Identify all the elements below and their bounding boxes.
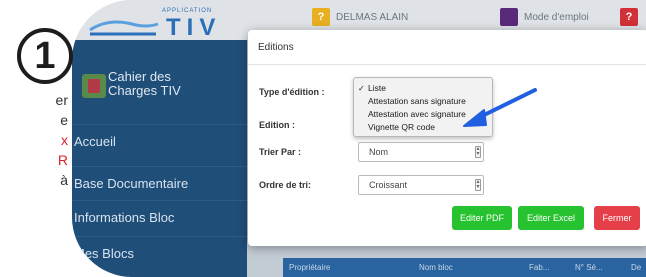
step-badge: 1: [17, 28, 73, 84]
dropdown-option-attestation-sans-signature[interactable]: Attestation sans signature: [354, 95, 492, 108]
editer-excel-button[interactable]: Editer Excel: [518, 206, 584, 230]
dropdown-option-attestation-avec-signature[interactable]: Attestation avec signature: [354, 108, 492, 121]
select-caret-icon: ▴ ▾: [475, 179, 481, 191]
wave-icon: [89, 20, 159, 36]
left-text-line-3: x: [61, 132, 68, 148]
col-proprietaire[interactable]: Propriétaire: [283, 263, 419, 272]
left-text-line-5: à: [60, 172, 68, 188]
sidebar-header[interactable]: Cahier des Charges TIV: [72, 66, 247, 106]
sidebar-item-informations-bloc[interactable]: Informations Bloc: [72, 200, 247, 234]
app-name: TIV: [166, 14, 222, 41]
type-edition-dropdown[interactable]: Liste Attestation sans signature Attesta…: [353, 77, 493, 137]
sidebar: Cahier des Charges TIV Accueil Base Docu…: [72, 40, 247, 277]
ordre-tri-select[interactable]: Croissant ▴ ▾: [358, 175, 484, 195]
col-fab[interactable]: Fab...: [529, 263, 575, 272]
trier-par-select[interactable]: Nom ▴ ▾: [358, 142, 484, 162]
trier-par-label: Trier Par :: [259, 147, 302, 157]
trier-par-value: Nom: [369, 147, 389, 157]
fermer-button[interactable]: Fermer: [594, 206, 640, 230]
sidebar-item-base-documentaire[interactable]: Base Documentaire: [72, 166, 247, 200]
modal-divider: [248, 64, 646, 65]
dropdown-option-liste[interactable]: Liste: [354, 82, 492, 95]
ordre-tri-value: Croissant: [369, 180, 408, 190]
col-de[interactable]: De: [631, 263, 646, 272]
dropdown-option-vignette-qr-code[interactable]: Vignette QR code: [354, 121, 492, 134]
help-chip[interactable]: Mode d'emploi: [500, 4, 589, 30]
sidebar-header-line-1: Cahier des: [108, 69, 171, 84]
sidebar-item-mes-blocs[interactable]: Mes Blocs: [72, 236, 247, 270]
col-numero-serie[interactable]: N° Sé...: [575, 263, 631, 272]
user-label: DELMAS ALAIN: [336, 11, 409, 23]
editer-pdf-button[interactable]: Editer PDF: [452, 206, 512, 230]
help-label: Mode d'emploi: [524, 11, 589, 23]
select-caret-icon: ▴ ▾: [475, 146, 481, 158]
editions-modal: Editions Type d'édition : Edition : Trie…: [248, 30, 646, 246]
sidebar-header-label: Cahier des Charges TIV: [108, 70, 181, 98]
left-text-line-2: e: [60, 112, 68, 128]
table-header: Propriétaire Nom bloc Fab... N° Sé... De: [283, 258, 646, 277]
sidebar-item-accueil[interactable]: Accueil: [72, 124, 247, 158]
modal-title: Editions: [258, 42, 294, 53]
user-icon: ?: [312, 8, 330, 26]
user-chip[interactable]: ? DELMAS ALAIN: [312, 4, 408, 30]
col-nom-bloc[interactable]: Nom bloc: [419, 263, 529, 272]
help-question-chip[interactable]: ?: [620, 4, 638, 30]
question-icon: ?: [620, 8, 638, 26]
book-stack-icon: [82, 74, 106, 98]
ordre-tri-label: Ordre de tri:: [259, 180, 312, 190]
sidebar-header-line-2: Charges TIV: [108, 83, 181, 98]
book-icon: [500, 8, 518, 26]
type-edition-label: Type d'édition :: [259, 87, 325, 97]
left-text-line-1: er: [55, 92, 68, 108]
edition-label: Edition :: [259, 120, 295, 130]
app-logo[interactable]: APPLICATION TIV: [89, 4, 215, 41]
left-text-line-4: R: [57, 152, 68, 168]
